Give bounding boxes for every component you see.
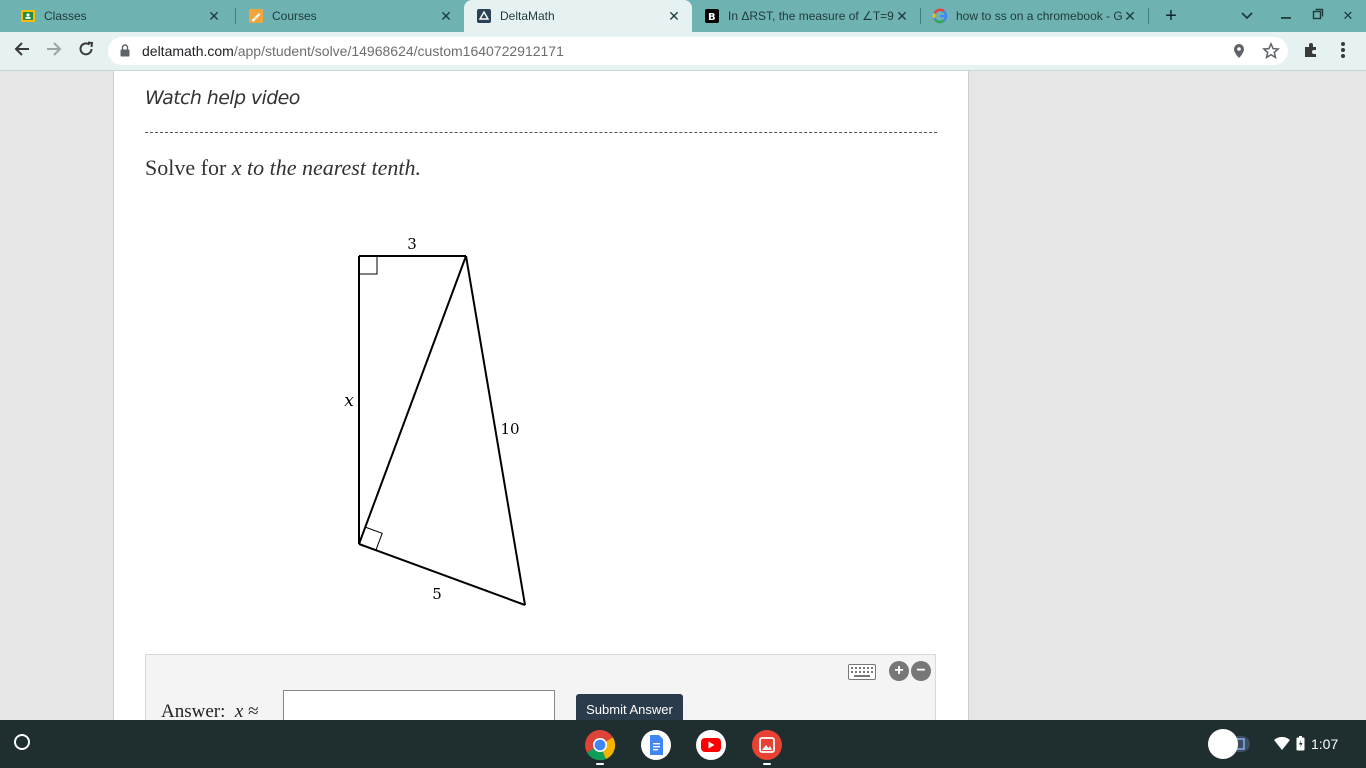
location-pin-icon[interactable] xyxy=(1230,42,1248,60)
url-host: deltamath.com xyxy=(142,43,234,59)
os-shelf: 1:07 xyxy=(0,720,1366,768)
zoom-out-icon[interactable]: − xyxy=(911,661,931,681)
close-tab-icon[interactable]: ✕ xyxy=(206,8,222,25)
label-top: 3 xyxy=(407,235,417,253)
more-menu-icon[interactable] xyxy=(1340,40,1346,60)
brainly-icon: B xyxy=(705,9,719,23)
answer-label-text: Answer: xyxy=(161,701,226,720)
page-viewport: Watch help video Solve for x to the near… xyxy=(0,71,1366,720)
chrome-icon[interactable] xyxy=(584,729,616,761)
answer-label: Answer: x ≈ xyxy=(161,701,259,720)
gallery-icon[interactable] xyxy=(751,729,783,761)
google-classroom-icon xyxy=(21,10,35,22)
youtube-icon[interactable] xyxy=(695,729,727,761)
minimize-icon[interactable] xyxy=(1276,6,1296,26)
label-bottom: 5 xyxy=(432,585,442,603)
tab-title: In ΔRST, the measure of ∠T=9 xyxy=(728,9,894,23)
approx-symbol: ≈ xyxy=(248,701,259,720)
zoom-in-icon[interactable]: + xyxy=(889,661,909,681)
courses-pencil-icon xyxy=(249,9,263,23)
url-path: /app/student/solve/14968624/custom164072… xyxy=(233,43,564,59)
tab-deltamath[interactable]: DeltaMath ✕ xyxy=(464,0,692,32)
label-left: x xyxy=(344,391,354,411)
deltamath-icon xyxy=(477,9,491,23)
running-indicator xyxy=(763,763,771,765)
right-angle-marker-top xyxy=(359,256,378,275)
close-tab-icon[interactable]: ✕ xyxy=(894,8,910,25)
tab-strip: Classes ✕ Courses ✕ DeltaMath ✕ B In ΔRS… xyxy=(0,0,1366,32)
wifi-icon xyxy=(1274,737,1290,750)
svg-text:B: B xyxy=(708,12,716,23)
tab-brainly[interactable]: B In ΔRST, the measure of ∠T=9 ✕ xyxy=(692,0,920,32)
stylus-tools-icon[interactable] xyxy=(1206,728,1256,760)
tab-title: Classes xyxy=(44,9,87,23)
close-window-icon[interactable]: ✕ xyxy=(1338,6,1358,26)
bottom-segment xyxy=(358,543,526,606)
answer-variable: x xyxy=(234,701,244,720)
launcher-icon[interactable] xyxy=(14,734,30,750)
google-icon xyxy=(932,8,948,24)
running-indicator xyxy=(596,763,604,765)
triangle-figure: 3 x 10 5 xyxy=(344,235,526,606)
close-tab-icon[interactable]: ✕ xyxy=(438,8,454,25)
tab-search-chevron-icon[interactable] xyxy=(1241,11,1253,21)
back-icon[interactable] xyxy=(10,39,34,63)
close-tab-icon[interactable]: ✕ xyxy=(666,8,682,25)
restore-icon[interactable] xyxy=(1308,6,1328,26)
battery-icon xyxy=(1296,736,1305,751)
tab-title: DeltaMath xyxy=(500,9,555,23)
label-right: 10 xyxy=(500,420,519,438)
tab-title: how to ss on a chromebook - G xyxy=(956,9,1122,23)
reload-icon[interactable] xyxy=(74,39,98,63)
forward-icon[interactable] xyxy=(42,39,66,63)
tab-google-search[interactable]: how to ss on a chromebook - G ✕ xyxy=(920,0,1148,32)
browser-toolbar: deltamath.com/app/student/solve/14968624… xyxy=(0,32,1366,71)
new-tab-button[interactable]: + xyxy=(1160,4,1182,28)
keyboard-icon[interactable] xyxy=(848,664,876,680)
answer-input[interactable] xyxy=(283,690,555,720)
close-tab-icon[interactable]: ✕ xyxy=(1122,8,1138,25)
system-tray[interactable]: 1:07 xyxy=(1266,728,1362,760)
tab-courses[interactable]: Courses ✕ xyxy=(228,0,464,32)
tab-title: Courses xyxy=(272,9,317,23)
problem-card: Watch help video Solve for x to the near… xyxy=(113,71,969,720)
diagonal-segment xyxy=(358,255,467,545)
submit-answer-button[interactable]: Submit Answer xyxy=(576,694,683,720)
tab-classes[interactable]: Classes ✕ xyxy=(0,0,232,32)
url-text: deltamath.com/app/student/solve/14968624… xyxy=(142,43,564,59)
bookmark-star-icon[interactable] xyxy=(1262,42,1280,60)
extensions-puzzle-icon[interactable] xyxy=(1302,41,1320,59)
tab-separator xyxy=(1148,8,1149,24)
lock-icon xyxy=(120,44,130,57)
google-docs-icon[interactable] xyxy=(640,729,672,761)
clock-time: 1:07 xyxy=(1311,736,1339,752)
address-bar[interactable]: deltamath.com/app/student/solve/14968624… xyxy=(108,37,1288,65)
answer-panel: + − Answer: x ≈ Submit Answer xyxy=(145,654,936,720)
